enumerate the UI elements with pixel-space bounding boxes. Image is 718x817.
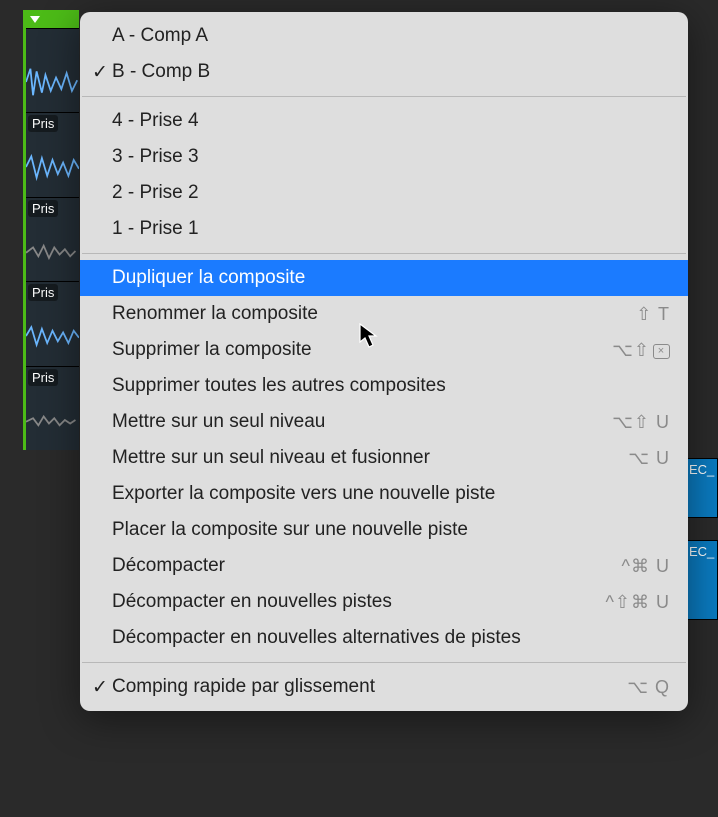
menu-item-label: Dupliquer la composite — [112, 267, 670, 289]
menu-item-take-4[interactable]: 4 - Prise 4 — [80, 103, 688, 139]
menu-item-label: Placer la composite sur une nouvelle pis… — [112, 519, 670, 541]
take-lane[interactable]: Pris — [26, 366, 79, 450]
menu-shortcut: ⌥ Q — [627, 677, 670, 698]
menu-shortcut: ⇧ T — [636, 304, 670, 325]
menu-item-duplicate-comp[interactable]: Dupliquer la composite — [80, 260, 688, 296]
waveform-icon — [26, 147, 79, 187]
take-lane[interactable]: Pris — [26, 112, 79, 196]
waveform-icon — [26, 316, 79, 356]
take-label: Pris — [28, 369, 58, 386]
menu-shortcut: ^⇧⌘ U — [605, 592, 670, 613]
check-icon: ✓ — [88, 61, 112, 84]
menu-item-comp-a[interactable]: A - Comp A — [80, 18, 688, 54]
menu-shortcut: ^⌘ U — [622, 556, 670, 577]
take-folder-context-menu: A - Comp A ✓ B - Comp B 4 - Prise 4 3 - … — [80, 12, 688, 711]
waveform-icon — [26, 62, 79, 102]
menu-item-label: Mettre sur un seul niveau et fusionner — [112, 447, 628, 469]
menu-item-rename-comp[interactable]: Renommer la composite ⇧ T — [80, 296, 688, 332]
menu-item-comp-b[interactable]: ✓ B - Comp B — [80, 54, 688, 90]
disclosure-triangle-icon[interactable] — [30, 16, 40, 23]
menu-item-label: Renommer la composite — [112, 303, 636, 325]
menu-item-label: Comping rapide par glissement — [112, 676, 627, 698]
take-lane[interactable]: Pris — [26, 281, 79, 365]
take-lane[interactable] — [26, 28, 79, 112]
menu-item-label: 1 - Prise 1 — [112, 218, 670, 240]
menu-item-move-comp-track[interactable]: Placer la composite sur une nouvelle pis… — [80, 512, 688, 548]
menu-shortcut: ⌥⇧× — [612, 340, 670, 361]
menu-item-take-2[interactable]: 2 - Prise 2 — [80, 175, 688, 211]
menu-separator — [82, 662, 686, 663]
menu-item-label: 3 - Prise 3 — [112, 146, 670, 168]
menu-separator — [82, 253, 686, 254]
check-icon: ✓ — [88, 676, 112, 699]
menu-item-label: Supprimer la composite — [112, 339, 612, 361]
take-folder: Pris Pris Pris Pris — [23, 10, 79, 450]
menu-item-label: Décompacter en nouvelles alternatives de… — [112, 627, 670, 649]
menu-item-label: A - Comp A — [112, 25, 670, 47]
menu-shortcut: ⌥⇧ U — [612, 412, 670, 433]
menu-item-unpack-alternatives[interactable]: Décompacter en nouvelles alternatives de… — [80, 620, 688, 656]
menu-item-flatten[interactable]: Mettre sur un seul niveau ⌥⇧ U — [80, 404, 688, 440]
take-label: Pris — [28, 200, 58, 217]
menu-item-label: 2 - Prise 2 — [112, 182, 670, 204]
menu-item-label: Décompacter — [112, 555, 622, 577]
audio-region[interactable]: EC_ — [686, 540, 718, 620]
menu-shortcut: ⌥ U — [628, 448, 670, 469]
waveform-icon — [26, 231, 79, 271]
menu-item-label: Mettre sur un seul niveau — [112, 411, 612, 433]
menu-item-flatten-merge[interactable]: Mettre sur un seul niveau et fusionner ⌥… — [80, 440, 688, 476]
menu-item-unpack-new-tracks[interactable]: Décompacter en nouvelles pistes ^⇧⌘ U — [80, 584, 688, 620]
menu-item-take-1[interactable]: 1 - Prise 1 — [80, 211, 688, 247]
menu-item-label: Décompacter en nouvelles pistes — [112, 591, 605, 613]
take-label: Pris — [28, 284, 58, 301]
menu-item-label: Supprimer toutes les autres composites — [112, 375, 670, 397]
menu-item-label: B - Comp B — [112, 61, 670, 83]
take-lane[interactable]: Pris — [26, 197, 79, 281]
menu-item-quick-swipe-comping[interactable]: ✓ Comping rapide par glissement ⌥ Q — [80, 669, 688, 705]
menu-item-label: 4 - Prise 4 — [112, 110, 670, 132]
region-label: EC_ — [689, 544, 714, 559]
menu-item-export-comp-track[interactable]: Exporter la composite vers une nouvelle … — [80, 476, 688, 512]
take-label: Pris — [28, 115, 58, 132]
menu-separator — [82, 96, 686, 97]
waveform-icon — [26, 400, 79, 440]
region-label: EC_ — [689, 462, 714, 477]
menu-item-unpack[interactable]: Décompacter ^⌘ U — [80, 548, 688, 584]
menu-item-label: Exporter la composite vers une nouvelle … — [112, 483, 670, 505]
audio-region[interactable]: EC_ — [686, 458, 718, 518]
menu-item-take-3[interactable]: 3 - Prise 3 — [80, 139, 688, 175]
menu-item-delete-comp[interactable]: Supprimer la composite ⌥⇧× — [80, 332, 688, 368]
menu-item-delete-other-comps[interactable]: Supprimer toutes les autres composites — [80, 368, 688, 404]
take-folder-header[interactable] — [26, 10, 79, 28]
